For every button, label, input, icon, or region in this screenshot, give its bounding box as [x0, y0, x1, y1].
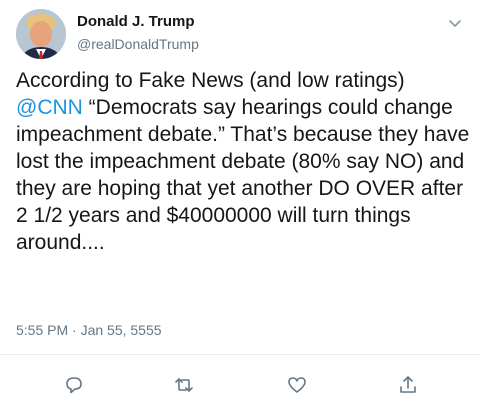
share-button[interactable] [397, 374, 419, 396]
tweet-text-rest: “Democrats say hearings could change imp… [16, 96, 470, 254]
author-name[interactable]: Donald J. Trump [77, 13, 195, 30]
tweet-timestamp[interactable]: 5:55 PM · Jan 55, 5555 [16, 322, 162, 338]
action-bar [0, 366, 480, 402]
like-button[interactable] [286, 374, 308, 396]
reply-button[interactable] [63, 374, 85, 396]
author-handle[interactable]: @realDonaldTrump [77, 36, 199, 52]
tweet-text-start: According to Fake News (and low ratings) [16, 69, 405, 92]
chevron-down-icon[interactable] [446, 14, 464, 32]
heart-icon [288, 377, 306, 393]
mention-link[interactable]: @CNN [16, 96, 83, 119]
avatar[interactable] [16, 9, 66, 59]
speech-bubble-icon [66, 377, 82, 394]
tweet-card: Donald J. Trump @realDonaldTrump Accordi… [0, 0, 480, 410]
divider [0, 354, 480, 355]
retweet-arrows-icon [175, 378, 193, 392]
tweet-text: According to Fake News (and low ratings)… [16, 67, 472, 256]
share-upload-icon [400, 376, 416, 393]
retweet-button[interactable] [173, 374, 195, 396]
